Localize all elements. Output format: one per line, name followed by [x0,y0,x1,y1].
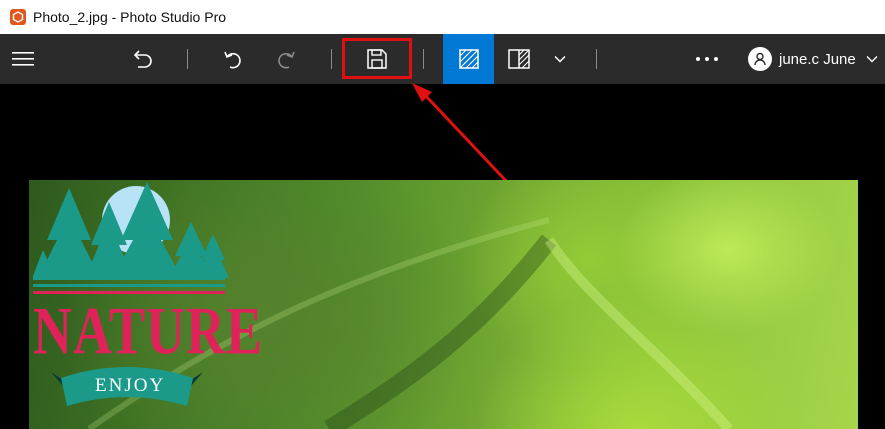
nature-logo: NATURE ENJOY [29,180,262,429]
photo-canvas[interactable]: NATURE ENJOY [29,180,858,429]
logo-title: NATURE [33,293,264,369]
logo-subtitle: ENJOY [95,375,166,396]
